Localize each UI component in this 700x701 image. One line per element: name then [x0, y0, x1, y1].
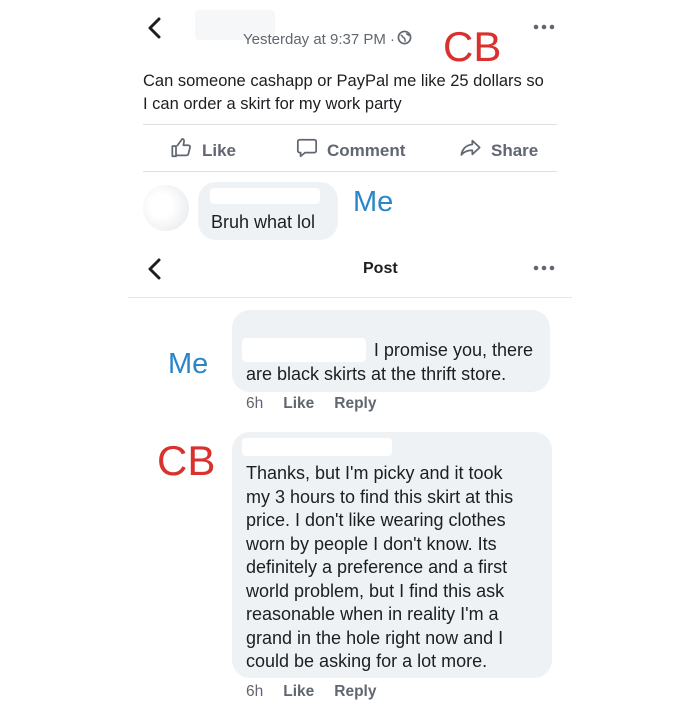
comment-line: I promise you, there: [373, 340, 533, 360]
more-options-icon[interactable]: [533, 24, 555, 30]
globe-icon: [397, 30, 412, 49]
comment-like-button[interactable]: Like: [283, 395, 314, 413]
share-button[interactable]: Share: [459, 137, 538, 164]
comment-line: are black skirts at the thrift store.: [246, 363, 507, 384]
comment-line: my 3 hours to find this skirt at this: [246, 486, 514, 507]
annotation-me-top: Me: [353, 186, 394, 218]
comment-text: Bruh what lol: [211, 212, 316, 232]
comment-line: price. I don't like wearing clothes: [246, 510, 506, 530]
comment-bubble-me: I promise you, there are black skirts at…: [232, 310, 550, 392]
redacted-name: [242, 438, 392, 456]
divider: [143, 171, 557, 172]
comment-line: grand in the hole right now and I: [246, 627, 504, 648]
comment-button[interactable]: Comment: [296, 137, 405, 164]
post-text-line: Can someone cashapp or PayPal me like 25…: [143, 72, 544, 90]
comment-meta-me: 6h Like Reply: [246, 395, 376, 413]
comment-time: 6h: [246, 395, 264, 412]
comment-bubble-icon: [296, 137, 318, 164]
like-label: Like: [202, 140, 237, 160]
comment-text: Thanks, but I'm picky and it took my 3 h…: [246, 462, 513, 674]
divider: [143, 124, 557, 125]
comment-line: worn by people I don't know. Its: [246, 533, 497, 554]
avatar[interactable]: [143, 185, 189, 231]
comment-reply-button[interactable]: Reply: [334, 395, 376, 413]
post-text: Can someone cashapp or PayPal me like 25…: [143, 70, 544, 116]
back-arrow-icon[interactable]: [147, 17, 163, 39]
post-timestamp: Yesterday at 9:37 PM ·: [243, 31, 396, 48]
comment-line: world problem, but I find this ask: [246, 580, 505, 601]
comment-line: reasonable when in reality I'm a: [246, 604, 499, 624]
redacted-name: [210, 188, 320, 204]
share-arrow-icon: [459, 137, 482, 164]
comment-line: could be asking for a lot more.: [246, 651, 488, 671]
post-text-line: I can order a skirt for my work party: [143, 95, 402, 113]
comment-reply-button[interactable]: Reply: [334, 683, 376, 701]
comment-meta-cb: 6h Like Reply: [246, 683, 376, 701]
more-options-icon[interactable]: [533, 265, 555, 271]
comment-bubble-cb: Thanks, but I'm picky and it took my 3 h…: [232, 432, 552, 678]
comment-bubble-bruh: Bruh what lol: [198, 182, 338, 240]
header-divider: [128, 297, 572, 298]
comment-time: 6h: [246, 683, 264, 700]
share-label: Share: [491, 140, 539, 160]
post-header-title: Post: [363, 260, 398, 277]
thumbs-up-icon: [170, 137, 193, 164]
like-button[interactable]: Like: [170, 137, 236, 164]
comment-line: Thanks, but I'm picky and it took: [246, 463, 503, 483]
comment-line: definitely a preference and a first: [246, 557, 508, 577]
post-timestamp-row: Yesterday at 9:37 PM ·: [243, 30, 412, 49]
annotation-cb-bottom: CB: [157, 437, 216, 484]
back-arrow-icon[interactable]: [147, 258, 163, 280]
comment-like-button[interactable]: Like: [283, 683, 314, 701]
annotation-cb-top: CB: [443, 23, 502, 70]
comment-label: Comment: [327, 140, 406, 160]
annotation-me-mid: Me: [168, 348, 209, 380]
comment-text: I promise you, there are black skirts at…: [246, 339, 546, 386]
